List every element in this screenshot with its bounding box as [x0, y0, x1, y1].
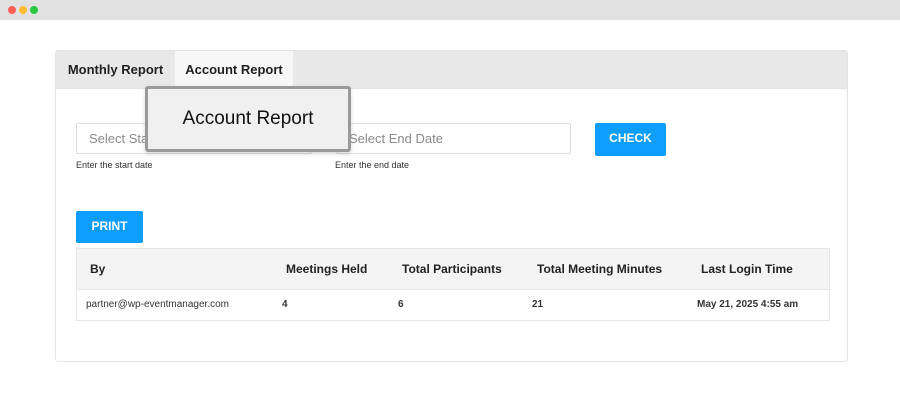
maximize-window-dot[interactable] [30, 6, 38, 14]
cell-meetings-held: 4 [282, 299, 288, 310]
window-titlebar [0, 0, 900, 20]
column-header-total-meeting-minutes: Total Meeting Minutes [537, 262, 663, 276]
cell-total-participants: 6 [398, 299, 404, 310]
cell-user-email: partner@wp-eventmanager.com [86, 299, 229, 310]
minimize-window-dot[interactable] [19, 6, 27, 14]
account-report-tooltip: Account Report [145, 86, 351, 152]
column-header-meetings-held: Meetings Held [286, 262, 368, 276]
start-date-hint: Enter the start date [76, 160, 153, 170]
column-header-by: By [90, 262, 106, 276]
check-button[interactable]: CHECK [595, 123, 666, 156]
column-header-total-participants: Total Participants [402, 262, 502, 276]
end-date-input[interactable] [336, 123, 571, 154]
column-header-last-login-time: Last Login Time [701, 262, 793, 276]
print-button[interactable]: PRINT [76, 211, 143, 243]
cell-total-meeting-minutes: 21 [532, 299, 544, 310]
tab-monthly-report[interactable]: Monthly Report [56, 51, 175, 88]
tab-account-report[interactable]: Account Report [175, 51, 293, 88]
report-tab-bar: Monthly Report Account Report [56, 51, 847, 89]
close-window-dot[interactable] [8, 6, 16, 14]
table-header-row: By Meetings Held Total Participants Tota… [77, 249, 829, 290]
account-report-table: By Meetings Held Total Participants Tota… [76, 248, 830, 321]
cell-last-login-time: May 21, 2025 4:55 am [697, 299, 799, 310]
end-date-hint: Enter the end date [335, 160, 410, 170]
